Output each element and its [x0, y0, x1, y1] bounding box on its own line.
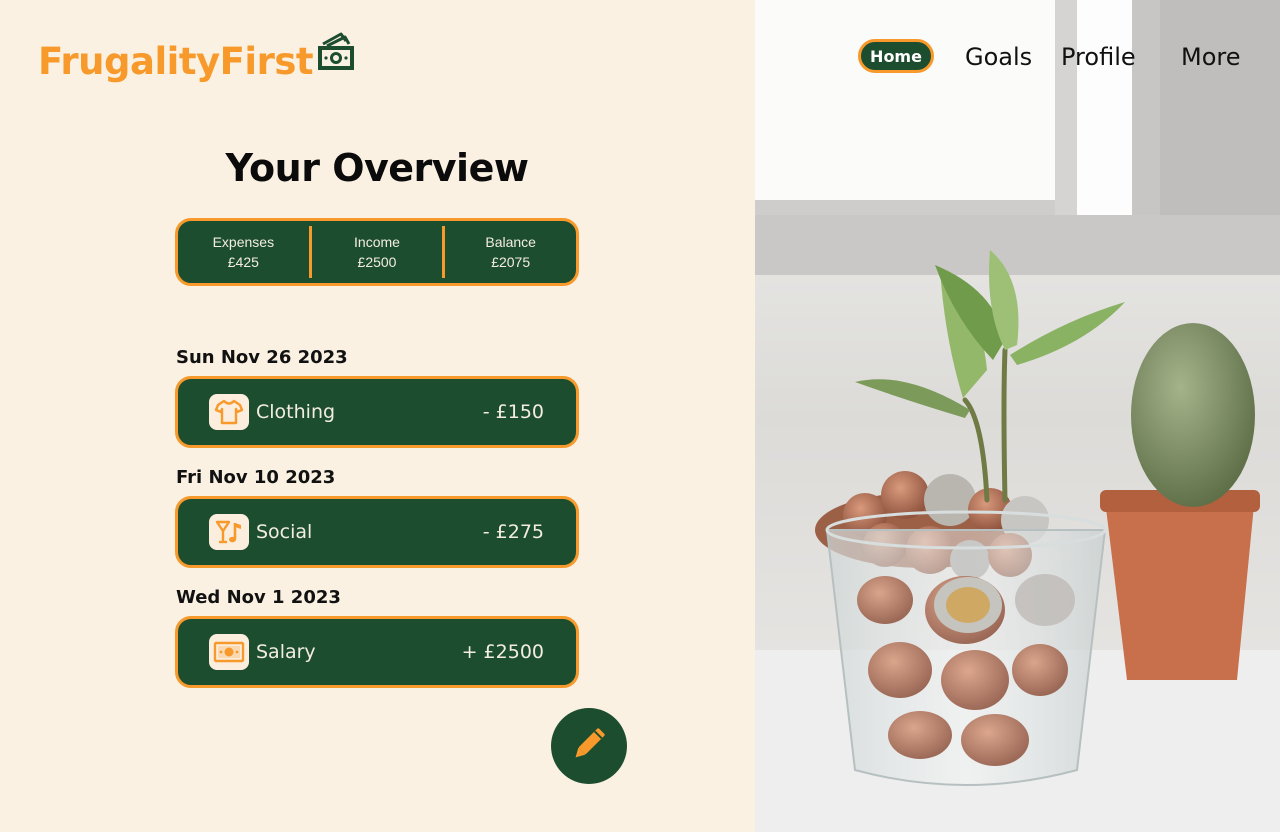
hero-image-plant-in-coins	[755, 0, 1280, 832]
transaction-category: Social	[256, 521, 313, 543]
nav-item-more[interactable]: More	[1181, 38, 1241, 76]
transaction-category: Salary	[256, 641, 316, 663]
transaction-amount: - £150	[482, 401, 544, 423]
summary-card: Expenses £425 Income £2500 Balance £2075	[175, 218, 579, 286]
pencil-icon	[567, 722, 611, 770]
transaction-item-clothing[interactable]: Clothing - £150	[175, 376, 579, 448]
edit-button[interactable]	[551, 708, 627, 784]
main-panel: FrugalityFirst Your Overview Expenses £4…	[0, 0, 755, 832]
summary-value: £2500	[357, 254, 397, 270]
summary-label: Expenses	[212, 234, 275, 250]
transaction-amount: - £275	[482, 521, 544, 543]
summary-label: Income	[354, 234, 400, 250]
transaction-category: Clothing	[256, 401, 336, 423]
nav-item-goals[interactable]: Goals	[965, 38, 1032, 76]
transaction-date: Wed Nov 1 2023	[176, 587, 341, 608]
top-nav: Home Goals Profile More	[0, 38, 1280, 78]
nav-item-home[interactable]: Home	[858, 39, 934, 73]
transaction-date: Sun Nov 26 2023	[176, 347, 348, 368]
summary-value: £2075	[491, 254, 531, 270]
page-title: Your Overview	[225, 146, 529, 190]
cocktail-music-icon	[209, 514, 249, 550]
transaction-amount: + £2500	[461, 641, 544, 663]
transaction-item-salary[interactable]: Salary + £2500	[175, 616, 579, 688]
transaction-item-social[interactable]: Social - £275	[175, 496, 579, 568]
summary-value: £425	[227, 254, 259, 270]
summary-expenses: Expenses £425	[178, 232, 309, 272]
nav-item-profile[interactable]: Profile	[1061, 38, 1136, 76]
summary-label: Balance	[485, 234, 536, 250]
transaction-date: Fri Nov 10 2023	[176, 467, 336, 488]
tshirt-icon	[209, 394, 249, 430]
banknote-icon	[209, 634, 249, 670]
summary-income: Income £2500	[312, 232, 443, 272]
summary-balance: Balance £2075	[445, 232, 576, 272]
